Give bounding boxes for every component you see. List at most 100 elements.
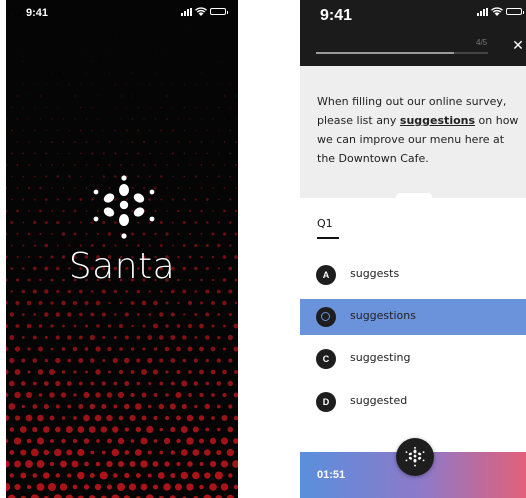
pattern-dot <box>9 450 15 455</box>
option-b-selected[interactable]: suggestions <box>300 299 526 335</box>
pattern-dot <box>73 370 77 374</box>
pattern-dot <box>212 187 214 189</box>
option-label: suggests <box>350 267 400 280</box>
pattern-dot <box>198 415 205 421</box>
pattern-dot <box>38 300 43 306</box>
pattern-dot <box>79 221 82 224</box>
pattern-dot <box>33 175 36 178</box>
pattern-dot <box>80 129 82 132</box>
pattern-dot <box>229 129 232 132</box>
pattern-dot <box>9 312 15 317</box>
pattern-dot <box>142 347 146 351</box>
pattern-dot <box>129 414 136 422</box>
pattern-dot <box>83 438 90 444</box>
pattern-dot <box>51 187 53 189</box>
pattern-dot <box>49 415 55 421</box>
pattern-dot <box>166 141 168 143</box>
question-label: Q1 <box>317 217 333 230</box>
pattern-dot <box>14 346 21 352</box>
pattern-dot <box>176 438 181 444</box>
pattern-dot <box>183 152 186 155</box>
pattern-dot <box>160 83 162 86</box>
pattern-dot <box>26 438 32 444</box>
option-d[interactable]: D suggested <box>300 384 526 420</box>
pattern-dot <box>199 369 204 375</box>
pattern-dot <box>45 152 48 155</box>
pattern-dot <box>67 473 72 478</box>
pattern-dot <box>67 404 72 409</box>
pattern-dot <box>67 289 71 294</box>
pattern-dot <box>222 347 227 351</box>
pattern-dot <box>166 210 168 212</box>
pattern-dot <box>101 381 106 386</box>
pattern-dot <box>10 221 14 224</box>
santa-action-button[interactable] <box>396 438 434 476</box>
pattern-dot <box>91 152 94 155</box>
pattern-dot <box>124 380 130 387</box>
pattern-dot <box>192 426 199 433</box>
quiz-screen: 9:41 4/5 ✕ When filling out our online s… <box>300 0 526 498</box>
pattern-dot <box>50 324 54 328</box>
pattern-dot <box>90 312 95 317</box>
pattern-dot <box>218 106 220 109</box>
option-label: suggesting <box>350 351 411 364</box>
pattern-dot <box>36 437 45 445</box>
pattern-dot <box>159 381 164 386</box>
pattern-dot <box>148 381 152 386</box>
pattern-dot <box>10 129 13 132</box>
pattern-dot <box>192 449 200 456</box>
pattern-dot <box>25 414 33 422</box>
option-c[interactable]: C suggesting <box>300 341 526 377</box>
pattern-dot <box>8 403 16 410</box>
pattern-dot <box>49 392 55 398</box>
signal-icon <box>477 7 488 16</box>
pattern-dot <box>25 460 33 468</box>
pattern-dot <box>16 187 19 189</box>
pattern-dot <box>180 426 188 433</box>
pattern-dot <box>21 358 26 363</box>
pattern-dot <box>136 358 141 363</box>
pattern-dot <box>182 289 187 294</box>
pattern-dot <box>160 198 163 201</box>
pattern-dot <box>106 392 113 398</box>
pattern-dot <box>143 95 145 97</box>
status-icons <box>477 7 524 16</box>
pattern-dot <box>137 106 139 109</box>
pattern-dot <box>54 426 61 433</box>
pattern-dot <box>90 358 95 363</box>
pattern-dot <box>62 164 65 166</box>
pattern-dot <box>113 289 118 294</box>
pattern-dot <box>74 95 76 97</box>
pattern-dot <box>149 107 151 108</box>
pattern-dot <box>224 49 225 51</box>
close-button[interactable]: ✕ <box>510 38 526 54</box>
pattern-dot <box>78 404 84 409</box>
pattern-dot <box>195 152 197 155</box>
pattern-dot <box>172 84 174 85</box>
pattern-dot <box>103 107 105 108</box>
pattern-dot <box>220 460 229 468</box>
pattern-dot <box>130 439 135 443</box>
pattern-dot <box>97 118 99 120</box>
pattern-dot <box>38 393 43 397</box>
pattern-dot <box>164 461 170 467</box>
pattern-dot <box>126 61 128 62</box>
pattern-dot <box>61 370 66 374</box>
pattern-dot <box>233 438 238 444</box>
pattern-dot <box>9 473 14 478</box>
pattern-dot <box>120 141 122 143</box>
pattern-dot <box>77 471 85 480</box>
pattern-dot <box>14 369 21 375</box>
pattern-dot <box>212 141 214 143</box>
pattern-dot <box>96 324 100 328</box>
status-bar: 9:41 <box>6 0 238 26</box>
drawer-handle[interactable] <box>396 193 432 201</box>
pattern-dot <box>51 49 53 51</box>
pattern-dot <box>182 358 187 363</box>
pattern-dot <box>78 358 84 363</box>
pattern-dot <box>95 461 101 467</box>
pattern-dot <box>166 118 168 120</box>
option-a[interactable]: A suggests <box>300 257 526 293</box>
pattern-dot <box>95 369 101 375</box>
pattern-dot <box>189 118 191 120</box>
